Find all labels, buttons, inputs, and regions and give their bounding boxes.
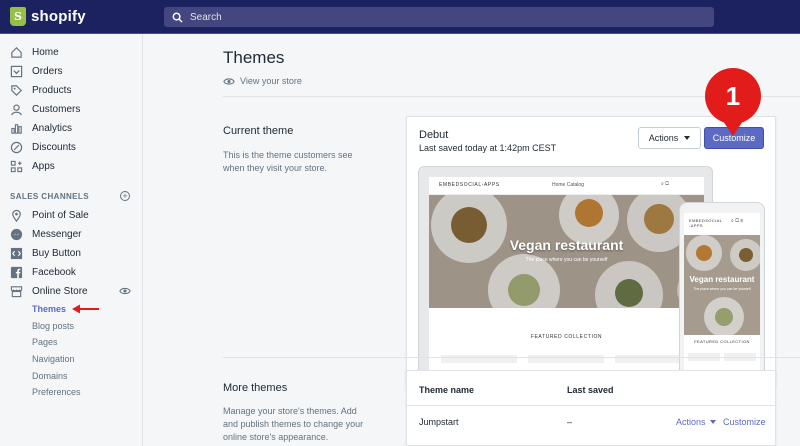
location-pin-icon [10, 209, 23, 222]
tag-icon [10, 84, 23, 97]
facebook-icon [10, 266, 23, 279]
current-theme-description: This is the theme customers see when the… [223, 150, 353, 173]
person-icon [10, 103, 23, 116]
view-store-eye-icon[interactable] [119, 286, 131, 296]
shopify-bag-icon [10, 7, 26, 26]
preview-phone-brand: EMBEDSOCIAL -APPS [689, 218, 723, 228]
sidebar-item-label: Customers [32, 103, 81, 115]
annotation-badge: 1 [705, 68, 761, 124]
search-placeholder: Search [190, 11, 222, 23]
sidebar-item-discounts[interactable]: Discounts [10, 139, 76, 155]
more-themes-heading: More themes [223, 382, 288, 394]
sidebar-subitem-blog-posts[interactable]: Blog posts [32, 321, 74, 331]
orders-icon [10, 65, 23, 78]
sidebar-item-messenger[interactable]: Messenger [10, 226, 81, 242]
mobile-theme-preview[interactable]: EMBEDSOCIAL -APPS ⌕ ▢ ≡ Vegan restaurant… [679, 202, 765, 387]
sidebar-item-buy-button[interactable]: Buy Button [10, 245, 81, 261]
sidebar-subitem-navigation[interactable]: Navigation [32, 354, 75, 364]
preview-search-cart-icon: ⌕ ▢ [661, 181, 669, 187]
preview-hero-subtitle: The place where you can be yourself [525, 257, 608, 263]
discount-icon [10, 141, 23, 154]
col-header-last-saved: Last saved [567, 385, 614, 395]
sidebar-item-label: Online Store [32, 285, 88, 297]
sidebar-item-label: Messenger [32, 228, 82, 240]
sidebar-item-label: Products [32, 84, 72, 96]
sidebar-item-label: Discounts [32, 141, 76, 153]
preview-phone-hero-title: Vegan restaurant [689, 275, 755, 284]
preview-hero-title: Vegan restaurant [509, 237, 624, 253]
brand-name: shopify [31, 8, 86, 25]
messenger-icon [10, 228, 23, 241]
sidebar-subitem-pages[interactable]: Pages [32, 337, 58, 347]
eye-icon [223, 77, 235, 85]
sidebar-subitem-domains[interactable]: Domains [32, 371, 68, 381]
preview-store-links: Home Catalog [552, 182, 584, 188]
sidebar-item-apps[interactable]: Apps [10, 158, 55, 174]
theme-row-actions-link[interactable]: Actions [676, 417, 716, 427]
sidebar: Home Orders Products Customers Analytics… [0, 34, 143, 446]
sidebar-item-orders[interactable]: Orders [10, 63, 63, 79]
sidebar-item-label: Apps [32, 160, 55, 172]
preview-featured-title: FEATURED COLLECTION [530, 334, 603, 340]
mobile-preview-screen: EMBEDSOCIAL -APPS ⌕ ▢ ≡ Vegan restaurant… [684, 213, 760, 387]
add-channel-icon[interactable]: + [120, 191, 130, 201]
more-themes-card: Theme name Last saved Jumpstart – Action… [406, 370, 777, 446]
preview-phone-hero-subtitle: The place where you can be yourself [693, 287, 751, 291]
col-header-theme-name: Theme name [419, 385, 475, 395]
theme-last-saved: Last saved today at 1:42pm CEST [419, 143, 557, 153]
apps-icon [10, 160, 23, 173]
view-store-label: View your store [240, 76, 302, 86]
page-title: Themes [223, 48, 285, 67]
view-store-link[interactable]: View your store [223, 76, 302, 86]
preview-store-header: EMBEDSOCIAL-APPS Home Catalog ⌕ ▢ [429, 177, 704, 195]
search-icon [172, 12, 183, 23]
preview-hero-image: Vegan restaurant The place where you can… [429, 195, 704, 308]
phone-food-illustration [684, 235, 760, 335]
code-icon [10, 247, 23, 260]
sidebar-item-label: Buy Button [32, 247, 81, 259]
caret-down-icon [684, 136, 691, 140]
store-icon [10, 285, 23, 298]
sidebar-item-products[interactable]: Products [10, 82, 71, 98]
theme-row-customize-link[interactable]: Customize [723, 417, 766, 427]
sidebar-item-facebook[interactable]: Facebook [10, 264, 76, 280]
main-content: Themes View your store Current theme Thi… [143, 34, 800, 446]
sidebar-subitem-themes[interactable]: Themes [32, 304, 66, 314]
desktop-preview-screen: EMBEDSOCIAL-APPS Home Catalog ⌕ ▢ Vegan … [429, 177, 704, 387]
theme-row-last-saved: – [567, 417, 573, 427]
actions-label: Actions [648, 133, 679, 143]
sidebar-item-label: Facebook [32, 266, 76, 278]
preview-phone-icons: ⌕ ▢ ≡ [731, 218, 744, 224]
preview-store-brand: EMBEDSOCIAL-APPS [439, 182, 500, 188]
more-themes-description: Manage your store's themes. Add and publ… [223, 406, 364, 442]
sidebar-item-label: Home [32, 46, 59, 58]
annotation-arrow-icon [72, 304, 99, 314]
sales-channels-title: SALES CHANNELS [10, 192, 89, 201]
current-theme-heading: Current theme [223, 125, 294, 137]
sidebar-item-customers[interactable]: Customers [10, 101, 80, 117]
desktop-theme-preview[interactable]: EMBEDSOCIAL-APPS Home Catalog ⌕ ▢ Vegan … [418, 166, 713, 387]
sidebar-item-point-of-sale[interactable]: Point of Sale [10, 207, 89, 223]
sidebar-item-label: Point of Sale [32, 209, 89, 221]
sidebar-item-online-store[interactable]: Online Store [10, 283, 88, 299]
shopify-logo[interactable]: shopify [10, 7, 86, 26]
top-bar: shopify Search [0, 0, 800, 34]
home-icon [10, 46, 23, 59]
sidebar-item-label: Orders [32, 65, 63, 77]
preview-phone-hero: Vegan restaurant The place where you can… [684, 235, 760, 335]
theme-name: Debut [419, 129, 449, 141]
theme-row-actions-label: Actions [676, 417, 706, 427]
theme-row-name: Jumpstart [419, 417, 459, 427]
bar-chart-icon [10, 122, 23, 135]
sidebar-item-home[interactable]: Home [10, 44, 59, 60]
section-divider [223, 357, 800, 358]
preview-phone-featured: FEATURED COLLECTION [694, 339, 750, 344]
table-divider [407, 405, 777, 406]
actions-button[interactable]: Actions [638, 127, 701, 149]
caret-down-icon [709, 420, 716, 424]
sidebar-subitem-preferences[interactable]: Preferences [32, 387, 81, 397]
sidebar-item-label: Analytics [32, 122, 73, 134]
search-input[interactable]: Search [164, 7, 714, 27]
sidebar-item-analytics[interactable]: Analytics [10, 120, 72, 136]
